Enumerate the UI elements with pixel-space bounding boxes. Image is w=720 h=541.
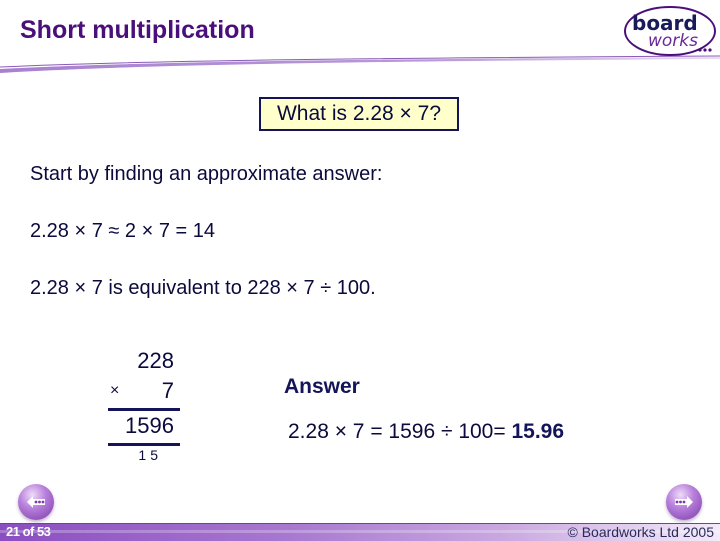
approximation-line: 2.28 × 7 ≈ 2 × 7 = 14 xyxy=(30,220,216,242)
equivalence-line: 2.28 × 7 is equivalent to 228 × 7 ÷ 100. xyxy=(30,277,376,299)
question-box: What is 2.28 × 7? xyxy=(259,97,459,131)
carry-digits: 15 xyxy=(138,447,162,463)
prev-arrow-icon xyxy=(27,496,45,508)
slide-counter: 21 of 53 xyxy=(6,524,51,539)
multiplicand: 228 xyxy=(137,348,174,373)
multiplier-row: × 7 xyxy=(108,376,180,406)
page-title: Short multiplication xyxy=(20,16,255,44)
column-multiplication: 228 × 7 1596 15 xyxy=(108,346,180,464)
product: 1596 xyxy=(125,413,174,438)
answer-line: 2.28 × 7 = 1596 ÷ 100= 15.96 xyxy=(288,420,564,444)
next-slide-button[interactable] xyxy=(666,484,702,520)
previous-slide-button[interactable] xyxy=(18,484,54,520)
answer-result: 15.96 xyxy=(511,420,565,443)
multiply-sign: × xyxy=(110,382,120,399)
copyright-notice: © Boardworks Ltd 2005 xyxy=(567,524,714,540)
title-divider xyxy=(0,55,720,73)
next-arrow-icon xyxy=(675,496,693,508)
answer-expression: 2.28 × 7 = 1596 ÷ 100= xyxy=(288,420,506,443)
multiplier: 7 xyxy=(161,378,174,403)
logo-text-works: works xyxy=(648,31,698,51)
boardworks-logo: board works xyxy=(622,4,718,58)
answer-label: Answer xyxy=(284,375,360,398)
instruction-line: Start by finding an approximate answer: xyxy=(30,163,383,185)
